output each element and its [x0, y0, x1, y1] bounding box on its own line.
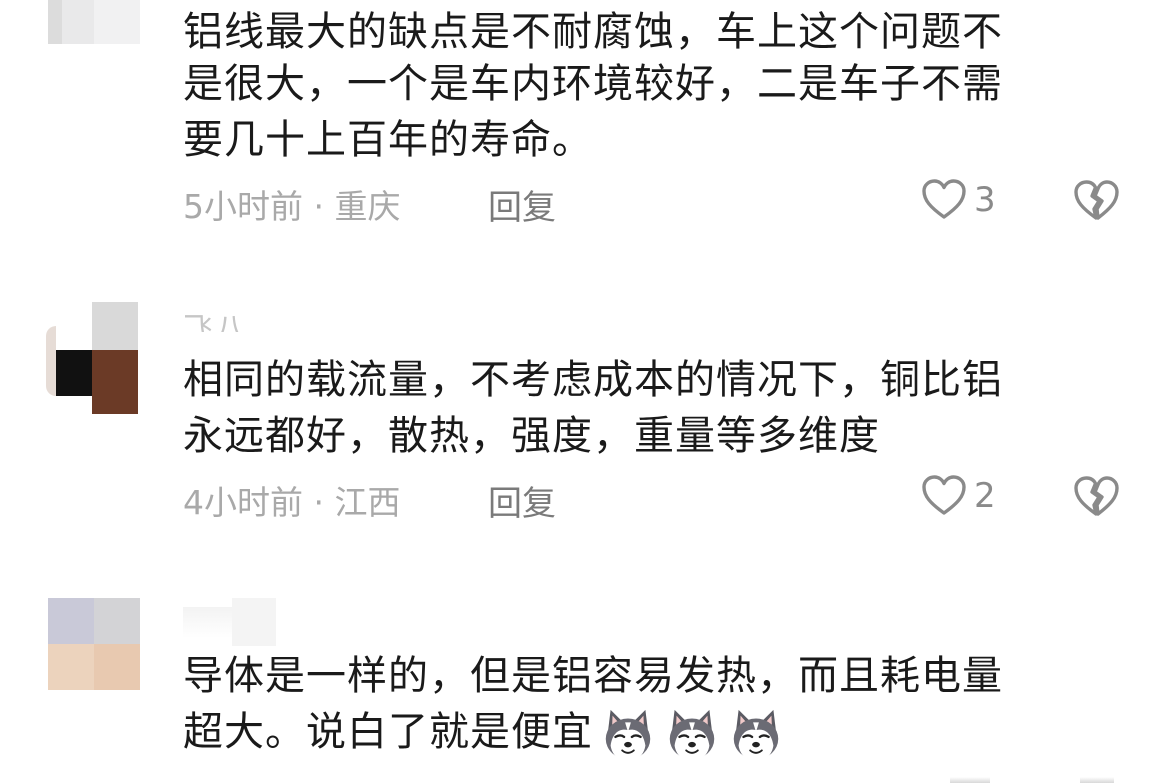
heart-outline-icon: [920, 472, 968, 520]
husky-emoji: [727, 705, 785, 763]
avatar[interactable]: [48, 0, 140, 44]
comment-location: 重庆: [334, 187, 401, 226]
meta-separator: ·: [313, 187, 325, 226]
comment-text: 超大。说白了就是便宜: [183, 709, 593, 755]
comment-feed: 铝线最大的缺点是不耐腐蚀，车上这个问题不 是很大，一个是车内环境较好，二是车子不…: [0, 0, 1170, 783]
dislike-button[interactable]: [1072, 472, 1120, 520]
comment-item: 铝线最大的缺点是不耐腐蚀，车上这个问题不 是很大，一个是车内环境较好，二是车子不…: [0, 0, 1170, 250]
comment-time: 4小时前: [183, 483, 303, 522]
comment-text-line: 要几十上百年的寿命。: [183, 117, 593, 163]
avatar[interactable]: [48, 598, 140, 690]
like-button[interactable]: 3: [920, 176, 996, 224]
comment-meta: 5小时前 · 重庆: [183, 180, 401, 228]
username-pixelation: [232, 598, 276, 646]
comment-text-line: 超大。说白了就是便宜: [183, 704, 785, 763]
like-button[interactable]: 2: [920, 472, 996, 520]
comment-text-line: 是很大，一个是车内环境较好，二是车子不需: [183, 61, 1003, 107]
comment-item: 导体是一样的，但是铝容易发热，而且耗电量 超大。说白了就是便宜: [0, 590, 1170, 783]
like-count: 3: [974, 180, 996, 220]
comment-time: 5小时前: [183, 187, 303, 226]
heart-outline-icon: [920, 176, 968, 224]
like-count: 2: [974, 476, 996, 516]
comment-text-line: 相同的载流量，不考虑成本的情况下，铜比铝: [183, 357, 1003, 403]
dislike-button[interactable]: [1072, 176, 1120, 224]
comment-meta: 4小时前 · 江西: [183, 476, 401, 524]
clipped-icon-edge: [950, 777, 990, 783]
husky-emoji: [663, 705, 721, 763]
broken-heart-icon: [1072, 472, 1120, 520]
comment-username[interactable]: 飞八: [183, 304, 247, 332]
clipped-icon-edge: [1080, 777, 1114, 783]
broken-heart-icon: [1072, 176, 1120, 224]
husky-emoji: [599, 705, 657, 763]
comment-location: 江西: [334, 483, 401, 522]
reply-button[interactable]: 回复: [488, 180, 556, 229]
comment-text-line: 永远都好，散热，强度，重量等多维度: [183, 413, 880, 459]
comment-text-line: 导体是一样的，但是铝容易发热，而且耗电量: [183, 653, 1003, 699]
reply-button[interactable]: 回复: [488, 476, 556, 525]
comment-text-line: 铝线最大的缺点是不耐腐蚀，车上这个问题不: [183, 9, 1003, 55]
avatar[interactable]: [46, 302, 138, 414]
meta-separator: ·: [313, 483, 325, 522]
comment-item: 飞八 相同的载流量，不考虑成本的情况下，铜比铝 永远都好，散热，强度，重量等多维…: [0, 274, 1170, 534]
